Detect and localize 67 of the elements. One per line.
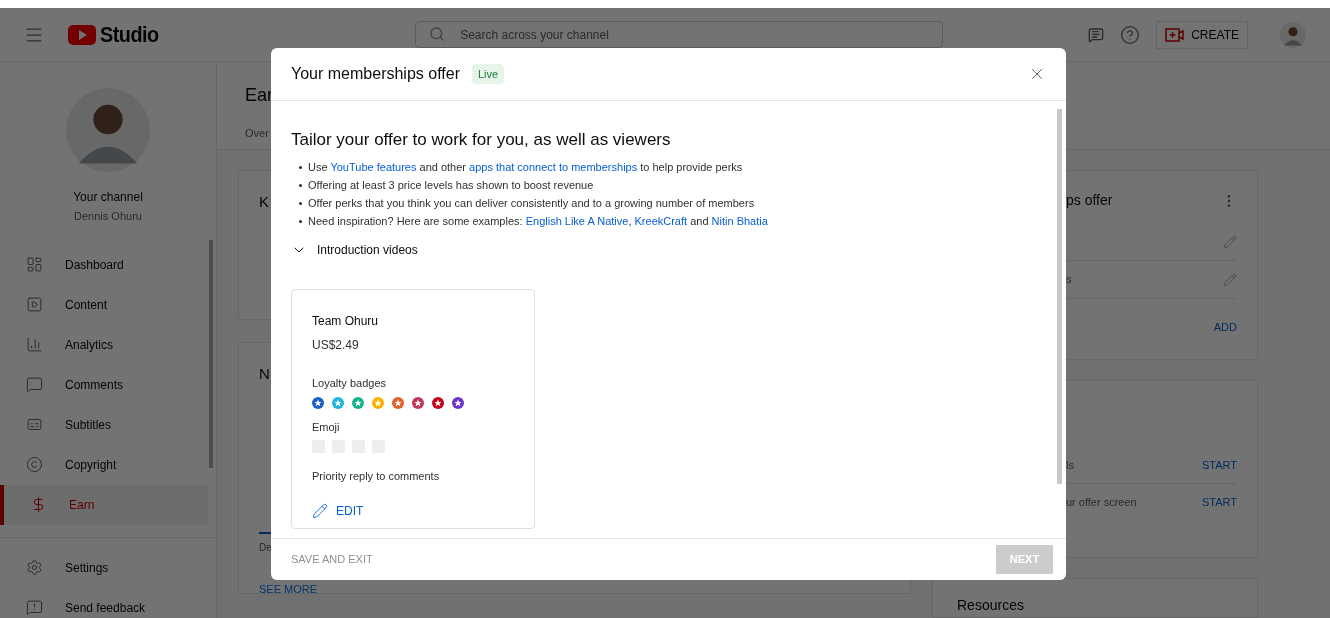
dashboard-icon [26, 256, 43, 273]
feedback-icon [26, 599, 43, 616]
comment-icon [26, 376, 43, 393]
card-title: N [259, 364, 270, 384]
bullet-text: Offering at least 3 price levels has shown to boost revenue [308, 178, 594, 194]
page-title: Ear [245, 84, 273, 107]
nav-item[interactable]: Dashboard [0, 244, 208, 285]
bullet-text: Offer perks that you think you can deliver consistently and to a growing number of members [308, 196, 755, 212]
card-title: K [259, 192, 269, 212]
emoji-label: Emoji [312, 420, 341, 435]
nav-item[interactable]: Content [0, 284, 208, 325]
row-label: ls [1066, 457, 1074, 473]
pencil-icon[interactable] [1223, 272, 1237, 287]
feedback-icon[interactable] [1088, 26, 1105, 43]
tier-name: Team Ohuru [312, 312, 380, 330]
expander[interactable]: Introduction videos [291, 240, 1046, 259]
tier-price: US$2.49 [312, 336, 360, 354]
bullet-icon [299, 184, 302, 187]
save-and-exit-button[interactable]: SAVE AND EXIT [291, 551, 373, 568]
link[interactable]: Nitin Bhatia [711, 215, 768, 228]
nav-item[interactable]: Settings [0, 547, 216, 588]
start-button[interactable]: START [1201, 494, 1237, 511]
bullet-text: Need inspiration? Here are some examples: English Like A Native, KreekCraft and Nitin Bhatia [308, 214, 768, 230]
badges-label: Loyalty badges [312, 375, 387, 391]
status-badge: Live [472, 63, 505, 85]
nav-item[interactable]: Analytics [0, 324, 208, 365]
settings-icon [26, 559, 43, 576]
nav-item[interactable]: Earn [0, 484, 208, 525]
see-more-link[interactable]: SEE MORE [259, 580, 318, 597]
nav-item[interactable]: Comments [0, 364, 208, 405]
search-field[interactable]: Search across your channel [415, 21, 944, 48]
pencil-icon [312, 503, 328, 519]
avatar [1280, 21, 1306, 48]
bullet-text: Use YouTube features and other apps that connect to memberships to help provide perks [308, 160, 743, 176]
create-button[interactable]: CREATE [1156, 20, 1248, 49]
logo-text: Studio [100, 21, 159, 49]
copyright-icon [26, 456, 43, 473]
card-title: Resources [957, 597, 1024, 613]
search-icon [429, 26, 446, 42]
channel-label: Your channel [73, 189, 143, 206]
camera-plus-icon [1165, 27, 1186, 42]
section-heading: Tailor your offer to work for you, as well as viewers [291, 129, 672, 151]
logo-icon [68, 24, 96, 45]
add-button[interactable]: ADD [1213, 319, 1237, 336]
nav-item[interactable]: Subtitles [0, 404, 208, 445]
channel-name: Dennis Ohuru [74, 209, 142, 224]
play-icon [26, 296, 43, 313]
tab[interactable]: Over [245, 127, 269, 139]
bullet-icon [299, 166, 302, 169]
start-button[interactable]: START [1201, 456, 1237, 474]
link[interactable]: YouTube features [330, 161, 417, 174]
nav-item[interactable]: Copyright [0, 444, 208, 485]
row-label: ur offer screen [1066, 495, 1137, 511]
dialog-title: Your memberships offer [291, 64, 460, 84]
help-icon[interactable] [1120, 24, 1141, 45]
card-title: ps offer [1066, 191, 1113, 210]
bullet-icon [299, 202, 302, 205]
pencil-icon[interactable] [1223, 234, 1237, 249]
row-label: s [1066, 272, 1072, 288]
link[interactable]: KreekCraft [634, 215, 688, 228]
bullet-icon [299, 220, 302, 223]
edit-button[interactable]: EDIT [312, 502, 364, 520]
nav-item[interactable]: Send feedback [0, 587, 216, 618]
link[interactable]: apps that connect to memberships [469, 161, 638, 174]
subtitles-icon [26, 416, 43, 433]
bar-chart-icon [26, 336, 43, 353]
perk-text: Priority reply to comments [312, 468, 441, 484]
